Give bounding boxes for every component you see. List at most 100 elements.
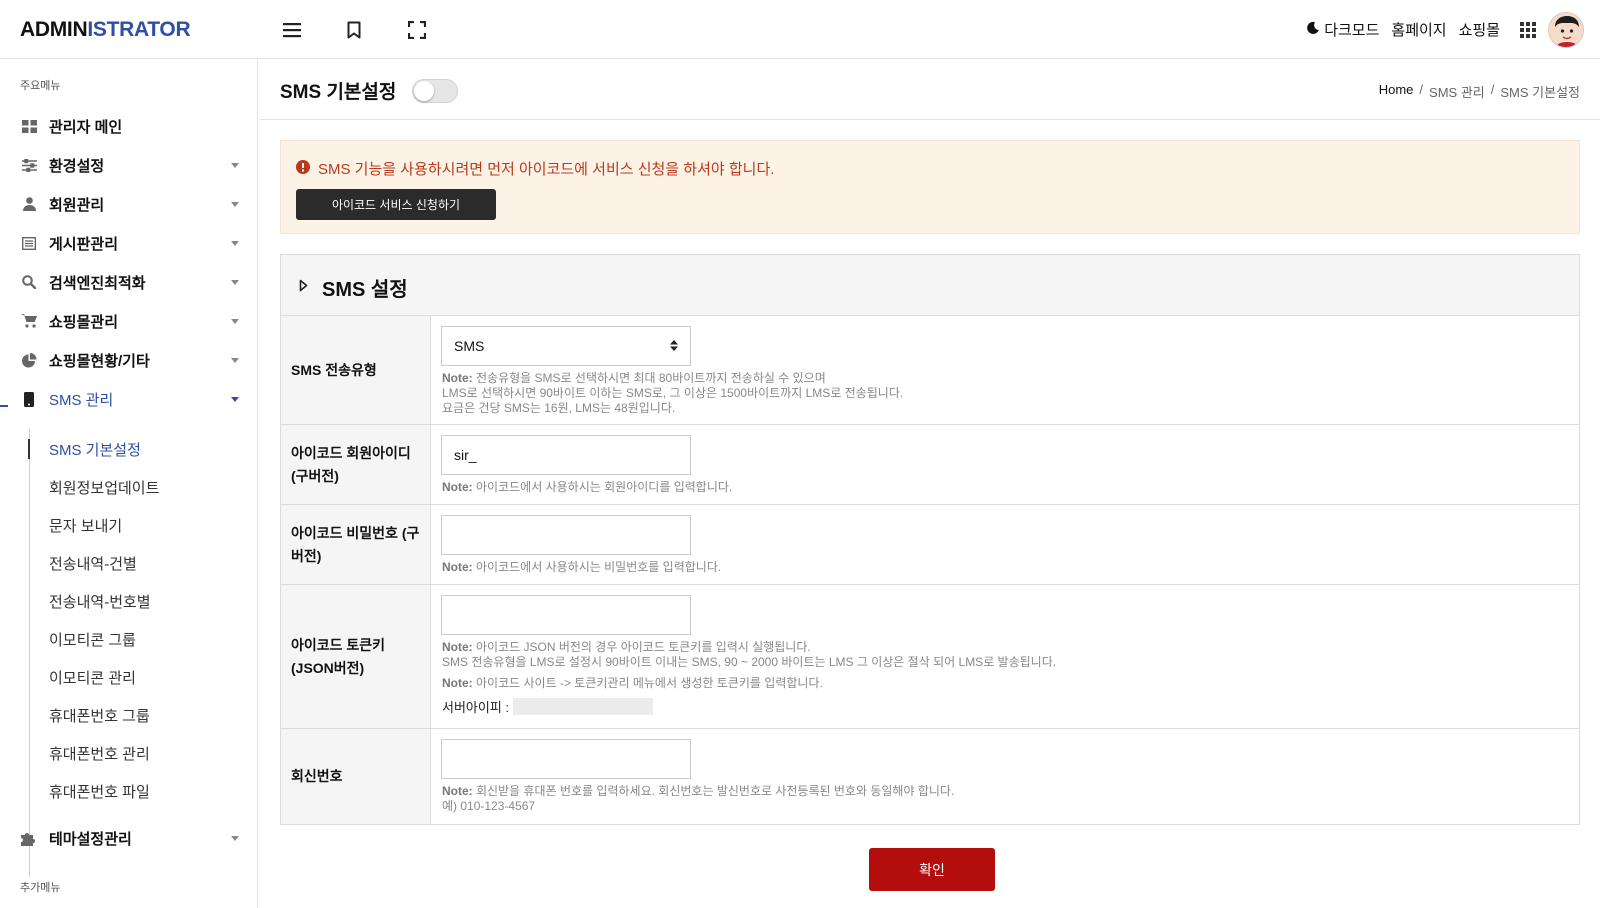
sidebar-item-shop-status[interactable]: 쇼핑몰현황/기타 bbox=[0, 342, 258, 378]
chevron-down-icon bbox=[230, 394, 240, 404]
hamburger-menu-icon[interactable] bbox=[280, 18, 304, 42]
breadcrumb-home[interactable]: Home bbox=[1379, 82, 1414, 101]
note-text-line2: SMS 전송유형을 LMS로 설정시 90바이트 이내는 SMS, 90 ~ 2… bbox=[442, 655, 1057, 669]
bookmark-icon[interactable] bbox=[342, 18, 366, 42]
label-icode-id: 아이코드 회원아이디 (구버전) bbox=[281, 425, 431, 504]
submenu-member-info-update[interactable]: 회원정보업데이트 bbox=[49, 477, 159, 498]
send-type-select[interactable]: SMS bbox=[441, 326, 691, 366]
sms-settings-panel: SMS 설정 SMS 전송유형 SMS Note: 전송유형을 SMS로 선택하… bbox=[280, 254, 1580, 825]
note-prefix: Note: bbox=[442, 560, 473, 574]
sidebar-item-boards[interactable]: 게시판관리 bbox=[0, 225, 258, 261]
mobile-icon bbox=[20, 390, 38, 408]
user-avatar[interactable] bbox=[1548, 11, 1584, 48]
caret-right-icon bbox=[299, 279, 308, 297]
submenu-emoticon-manage[interactable]: 이모티콘 관리 bbox=[49, 667, 136, 688]
sms-settings-title: SMS 설정 bbox=[322, 279, 408, 301]
note-text: 아이코드 JSON 버전의 경우 아이코드 토큰키를 입력시 실행됩니다. bbox=[476, 640, 811, 654]
apps-grid-icon[interactable] bbox=[1520, 21, 1536, 38]
sidebar-section-extra: 추가메뉴 bbox=[20, 882, 61, 894]
submenu-tree-line bbox=[29, 429, 30, 877]
note-example: 예) 010-123-4567 bbox=[442, 799, 536, 813]
logo-part-admin: ADMIN bbox=[20, 18, 88, 41]
submenu-history-by-number[interactable]: 전송내역-번호별 bbox=[49, 591, 151, 612]
toggle-knob bbox=[414, 81, 434, 101]
icode-signup-button[interactable]: 아이코드 서비스 신청하기 bbox=[296, 189, 496, 220]
sidebar-item-seo[interactable]: 검색엔진최적화 bbox=[0, 264, 258, 300]
label-send-type: SMS 전송유형 bbox=[281, 316, 431, 424]
icode-password-note: Note: 아이코드에서 사용하시는 비밀번호를 입력합니다. bbox=[442, 560, 721, 575]
homepage-link[interactable]: 홈페이지 bbox=[1391, 19, 1446, 40]
submenu-history-by-case[interactable]: 전송내역-건별 bbox=[49, 553, 137, 574]
label-icode-token: 아이코드 토큰키 (JSON버전) bbox=[281, 585, 431, 728]
submenu-phone-manage[interactable]: 휴대폰번호 관리 bbox=[49, 743, 150, 764]
note-prefix: Note: bbox=[442, 480, 473, 494]
chevron-down-icon bbox=[230, 277, 240, 287]
chevron-down-icon bbox=[230, 355, 240, 365]
icode-token-input[interactable] bbox=[441, 595, 691, 635]
cart-icon bbox=[20, 312, 38, 330]
submenu-sms-basic-settings[interactable]: SMS 기본설정 bbox=[49, 439, 141, 460]
chevron-down-icon bbox=[230, 833, 240, 843]
icode-id-input[interactable]: sir_ bbox=[441, 435, 691, 475]
sidebar-item-shop-admin[interactable]: 쇼핑몰관리 bbox=[0, 303, 258, 339]
submenu-phone-group[interactable]: 휴대폰번호 그룹 bbox=[49, 705, 150, 726]
icode-token-note-2: Note: 아이코드 사이트 -> 토큰키관리 메뉴에서 생성한 토큰키를 입력… bbox=[442, 676, 823, 691]
send-type-value: SMS bbox=[454, 338, 485, 354]
sidebar-item-label: 관리자 메인 bbox=[49, 118, 123, 136]
note-text: 아이코드에서 사용하시는 비밀번호를 입력합니다. bbox=[476, 560, 722, 574]
breadcrumb-separator: / bbox=[1490, 82, 1495, 97]
chevron-down-icon bbox=[230, 238, 240, 248]
search-icon bbox=[20, 273, 38, 291]
send-type-note: Note: 전송유형을 SMS로 선택하시면 최대 80바이트까지 전송하실 수… bbox=[442, 371, 903, 416]
shop-link[interactable]: 쇼핑몰 bbox=[1459, 19, 1500, 40]
chevron-down-icon bbox=[230, 316, 240, 326]
title-divider bbox=[260, 119, 1600, 120]
sidebar-item-label: SMS 관리 bbox=[49, 391, 114, 409]
note-text: 아이코드 사이트 -> 토큰키관리 메뉴에서 생성한 토큰키를 입력합니다. bbox=[476, 676, 823, 690]
submenu-send-message[interactable]: 문자 보내기 bbox=[49, 515, 122, 536]
note-line-3: 요금은 건당 SMS는 16원, LMS는 48원입니다. bbox=[442, 401, 676, 415]
moon-icon bbox=[1306, 21, 1320, 39]
submenu-emoticon-group[interactable]: 이모티콘 그룹 bbox=[49, 629, 136, 650]
icode-password-input[interactable] bbox=[441, 515, 691, 555]
server-ip-value bbox=[513, 698, 654, 715]
sidebar-item-label: 환경설정 bbox=[49, 157, 105, 175]
sidebar-item-theme[interactable]: 테마설정관리 bbox=[0, 820, 258, 856]
sidebar-item-members[interactable]: 회원관리 bbox=[0, 186, 258, 222]
note-prefix: Note: bbox=[442, 371, 473, 385]
sidebar-item-sms[interactable]: SMS 관리 bbox=[0, 381, 258, 417]
chevron-down-icon bbox=[230, 160, 240, 170]
confirm-button[interactable]: 확인 bbox=[869, 848, 995, 891]
sidebar-item-label: 게시판관리 bbox=[49, 235, 119, 253]
page-toggle-switch[interactable] bbox=[412, 79, 458, 103]
icode-id-note: Note: 아이코드에서 사용하시는 회원아이디를 입력합니다. bbox=[442, 480, 732, 495]
darkmode-toggle[interactable]: 다크모드 bbox=[1306, 19, 1379, 40]
submenu-phone-file[interactable]: 휴대폰번호 파일 bbox=[49, 781, 150, 802]
note-prefix: Note: bbox=[442, 676, 473, 690]
reply-number-note: Note: 회신받을 휴대폰 번호를 입력하세요. 회신번호는 발신번호로 사전… bbox=[442, 784, 954, 814]
sidebar-item-label: 쇼핑몰관리 bbox=[49, 313, 119, 331]
admin-logo[interactable]: ADMINISTRATOR bbox=[20, 18, 191, 42]
page-title: SMS 기본설정 bbox=[280, 82, 397, 103]
note-text: 회신받을 휴대폰 번호를 입력하세요. 회신번호는 발신번호로 사전등록된 번호… bbox=[476, 784, 955, 798]
note-prefix: Note: bbox=[442, 784, 473, 798]
sidebar-item-label: 쇼핑몰현황/기타 bbox=[49, 352, 150, 370]
sidebar-item-admin-main[interactable]: 관리자 메인 bbox=[0, 108, 258, 144]
breadcrumb-separator: / bbox=[1419, 82, 1424, 97]
sidebar-item-label: 테마설정관리 bbox=[49, 830, 132, 848]
sidebar-section-main: 주요메뉴 bbox=[20, 80, 61, 92]
note-text: 아이코드에서 사용하시는 회원아이디를 입력합니다. bbox=[476, 480, 733, 494]
label-icode-password: 아이코드 비밀번호 (구버전) bbox=[281, 505, 431, 584]
row-reply-number: 회신번호 Note: 회신받을 휴대폰 번호를 입력하세요. 회신번호는 발신번… bbox=[281, 729, 1579, 824]
row-icode-password: 아이코드 비밀번호 (구버전) Note: 아이코드에서 사용하시는 비밀번호를… bbox=[281, 505, 1579, 585]
breadcrumb-sms-admin[interactable]: SMS 관리 bbox=[1429, 82, 1485, 101]
select-arrows-icon bbox=[670, 338, 678, 354]
sms-settings-header[interactable]: SMS 설정 bbox=[281, 255, 1579, 316]
sidebar-item-settings[interactable]: 환경설정 bbox=[0, 147, 258, 183]
row-send-type: SMS 전송유형 SMS Note: 전송유형을 SMS로 선택하시면 최대 8… bbox=[281, 316, 1579, 425]
fullscreen-icon[interactable] bbox=[405, 18, 429, 42]
alert-message: SMS 기능을 사용하시려면 먼저 아이코드에 서비스 신청을 하셔야 합니다. bbox=[296, 158, 774, 179]
server-ip-row: 서버아이피 : bbox=[442, 697, 654, 716]
reply-number-input[interactable] bbox=[441, 739, 691, 779]
dashboard-icon bbox=[20, 117, 38, 135]
